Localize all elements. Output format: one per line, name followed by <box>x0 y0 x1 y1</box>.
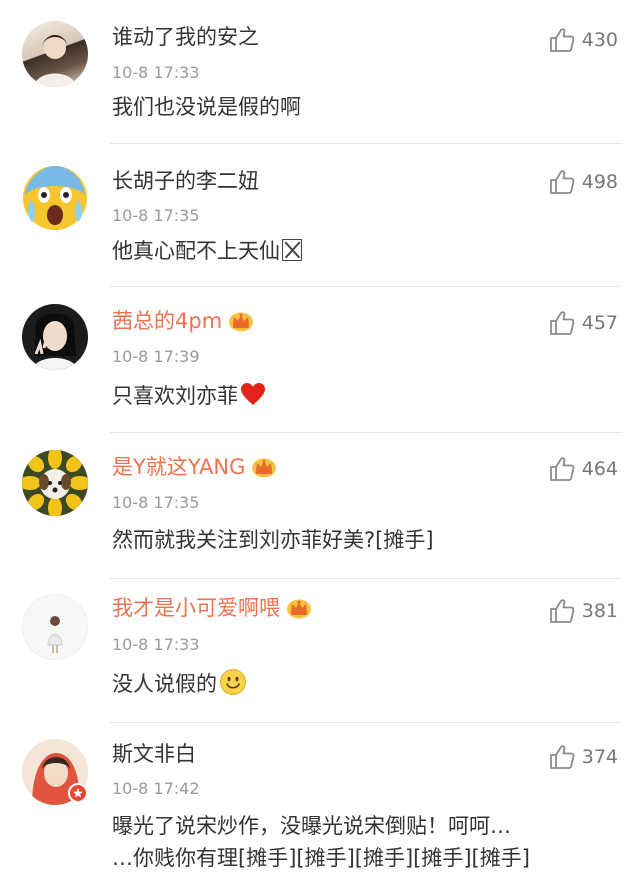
comment-text: 没人说假的 <box>112 668 614 700</box>
avatar[interactable] <box>22 739 88 805</box>
like-count: 374 <box>581 746 618 768</box>
username-text: 斯文非白 <box>112 742 196 766</box>
heart-icon <box>241 383 265 405</box>
avatar[interactable] <box>22 304 88 370</box>
comment-time: 10-8 17:33 <box>112 63 200 82</box>
comment-text: 只喜欢刘亦菲 <box>112 380 614 412</box>
username[interactable]: 斯文非白 <box>112 741 196 767</box>
comment-text: 曝光了说宋炒作，没曝光说宋倒贴！呵呵… <box>112 814 511 838</box>
like-count: 498 <box>581 171 618 193</box>
like-count: 457 <box>581 312 618 334</box>
comment-item: 长胡子的李二妞 10-8 17:35 他真心配不上天仙 498 <box>0 143 640 286</box>
divider <box>110 432 622 433</box>
thumbs-up-icon <box>548 455 576 483</box>
like-count: 381 <box>581 600 618 622</box>
comment-text: 我们也没说是假的啊 <box>112 95 301 119</box>
username-text: 是Y就这YANG <box>112 455 246 479</box>
comment-time: 10-8 17:39 <box>112 347 200 366</box>
comment-item: 谁动了我的安之 10-8 17:33 我们也没说是假的啊 430 <box>0 0 640 143</box>
avatar[interactable] <box>22 450 88 516</box>
thumbs-up-icon <box>548 168 576 196</box>
like-button[interactable]: 430 <box>548 26 618 54</box>
avatar[interactable] <box>22 594 88 660</box>
like-button[interactable]: 381 <box>548 597 618 625</box>
divider <box>110 578 622 579</box>
comment-item: 斯文非白 10-8 17:42 曝光了说宋炒作，没曝光说宋倒贴！呵呵… …你贱你… <box>0 722 640 892</box>
username[interactable]: 谁动了我的安之 <box>112 24 259 50</box>
comment-text-content: 他真心配不上天仙 <box>112 239 280 263</box>
comment-time: 10-8 17:42 <box>112 779 200 798</box>
like-button[interactable]: 498 <box>548 168 618 196</box>
comment-time: 10-8 17:33 <box>112 635 200 654</box>
thumbs-up-icon <box>548 743 576 771</box>
username-text: 谁动了我的安之 <box>112 25 259 49</box>
username[interactable]: 是Y就这YANG <box>112 454 277 480</box>
comment-text-content: 没人说假的 <box>112 672 217 696</box>
divider <box>110 286 622 287</box>
like-count: 464 <box>581 458 618 480</box>
comment-item: 茜总的4pm 10-8 17:39 只喜欢刘亦菲 457 <box>0 286 640 432</box>
thumbs-up-icon <box>548 309 576 337</box>
like-button[interactable]: 464 <box>548 455 618 483</box>
comment-item: 我才是小可爱啊喂 10-8 17:33 没人说假的 381 <box>0 578 640 722</box>
thumbs-up-icon <box>548 597 576 625</box>
username[interactable]: 我才是小可爱啊喂 <box>112 595 312 621</box>
vip-crown-icon <box>286 597 312 619</box>
comment-text: …你贱你有理[摊手][摊手][摊手][摊手][摊手] <box>112 846 530 870</box>
like-count: 430 <box>581 29 618 51</box>
username-text: 我才是小可爱啊喂 <box>112 596 280 620</box>
screaming-face-emoji-icon <box>23 165 87 230</box>
smile-emoji-icon <box>220 669 246 695</box>
comment-time: 10-8 17:35 <box>112 493 200 512</box>
comment-time: 10-8 17:35 <box>112 206 200 225</box>
like-button[interactable]: 457 <box>548 309 618 337</box>
avatar[interactable] <box>22 21 88 87</box>
divider <box>110 143 622 144</box>
comment-item: 是Y就这YANG 10-8 17:35 然而就我关注到刘亦菲好美?[摊手] 46… <box>0 432 640 578</box>
comment-text: 他真心配不上天仙 <box>112 235 614 267</box>
username[interactable]: 茜总的4pm <box>112 308 254 334</box>
like-button[interactable]: 374 <box>548 743 618 771</box>
username[interactable]: 长胡子的李二妞 <box>112 168 259 194</box>
comment-text: 然而就我关注到刘亦菲好美?[摊手] <box>112 528 434 552</box>
divider <box>110 722 622 723</box>
thumbs-up-icon <box>548 26 576 54</box>
comment-text-content: 只喜欢刘亦菲 <box>112 384 238 408</box>
missing-glyph-icon <box>282 239 302 261</box>
username-text: 长胡子的李二妞 <box>112 169 259 193</box>
vip-crown-icon <box>228 310 254 332</box>
username-text: 茜总的4pm <box>112 309 223 333</box>
vip-crown-icon <box>251 456 277 478</box>
avatar[interactable] <box>22 165 88 231</box>
